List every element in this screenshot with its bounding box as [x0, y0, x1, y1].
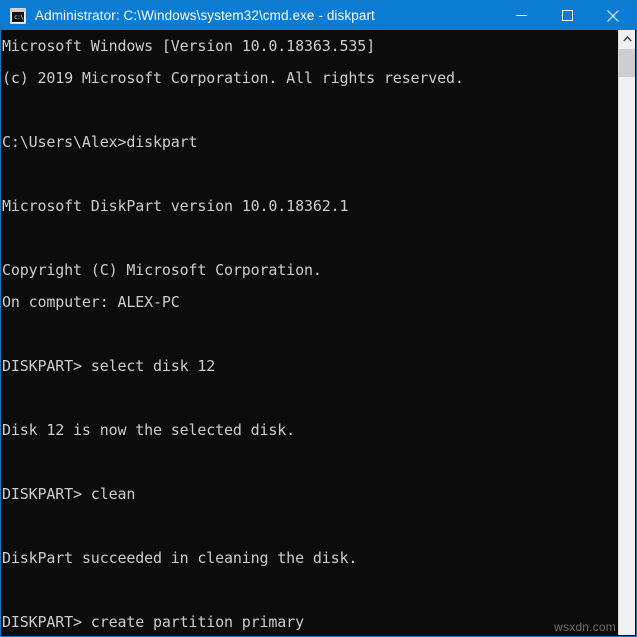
title-bar[interactable]: c:\_ Administrator: C:\Windows\system32\… — [1, 1, 636, 30]
console-text: Microsoft Windows [Version 10.0.18363.53… — [2, 30, 618, 636]
maximize-button[interactable] — [544, 1, 590, 30]
console-line: DISKPART> create partition primary — [2, 613, 304, 631]
scrollbar-track[interactable] — [619, 47, 635, 618]
cmd-window: c:\_ Administrator: C:\Windows\system32\… — [0, 0, 637, 637]
window-title: Administrator: C:\Windows\system32\cmd.e… — [35, 8, 375, 23]
console-line: Microsoft Windows [Version 10.0.18363.53… — [2, 37, 375, 55]
console-line: Copyright (C) Microsoft Corporation. — [2, 261, 322, 279]
console-line: (c) 2019 Microsoft Corporation. All righ… — [2, 69, 464, 87]
vertical-scrollbar[interactable] — [618, 30, 635, 635]
minimize-button[interactable] — [498, 1, 544, 30]
console-output-area[interactable]: Microsoft Windows [Version 10.0.18363.53… — [1, 30, 636, 636]
console-line: Microsoft DiskPart version 10.0.18362.1 — [2, 197, 349, 215]
close-button[interactable] — [590, 1, 636, 30]
console-line: DISKPART> select disk 12 — [2, 357, 216, 375]
console-line: On computer: ALEX-PC — [2, 293, 180, 311]
console-line: DiskPart succeeded in cleaning the disk. — [2, 549, 358, 567]
scrollbar-thumb[interactable] — [619, 49, 635, 77]
console-line: C:\Users\Alex>diskpart — [2, 133, 198, 151]
console-icon: c:\_ — [10, 7, 27, 24]
console-line: Disk 12 is now the selected disk. — [2, 421, 296, 439]
window-controls — [498, 1, 636, 30]
scroll-up-button[interactable] — [619, 30, 635, 47]
console-line: DISKPART> clean — [2, 485, 136, 503]
